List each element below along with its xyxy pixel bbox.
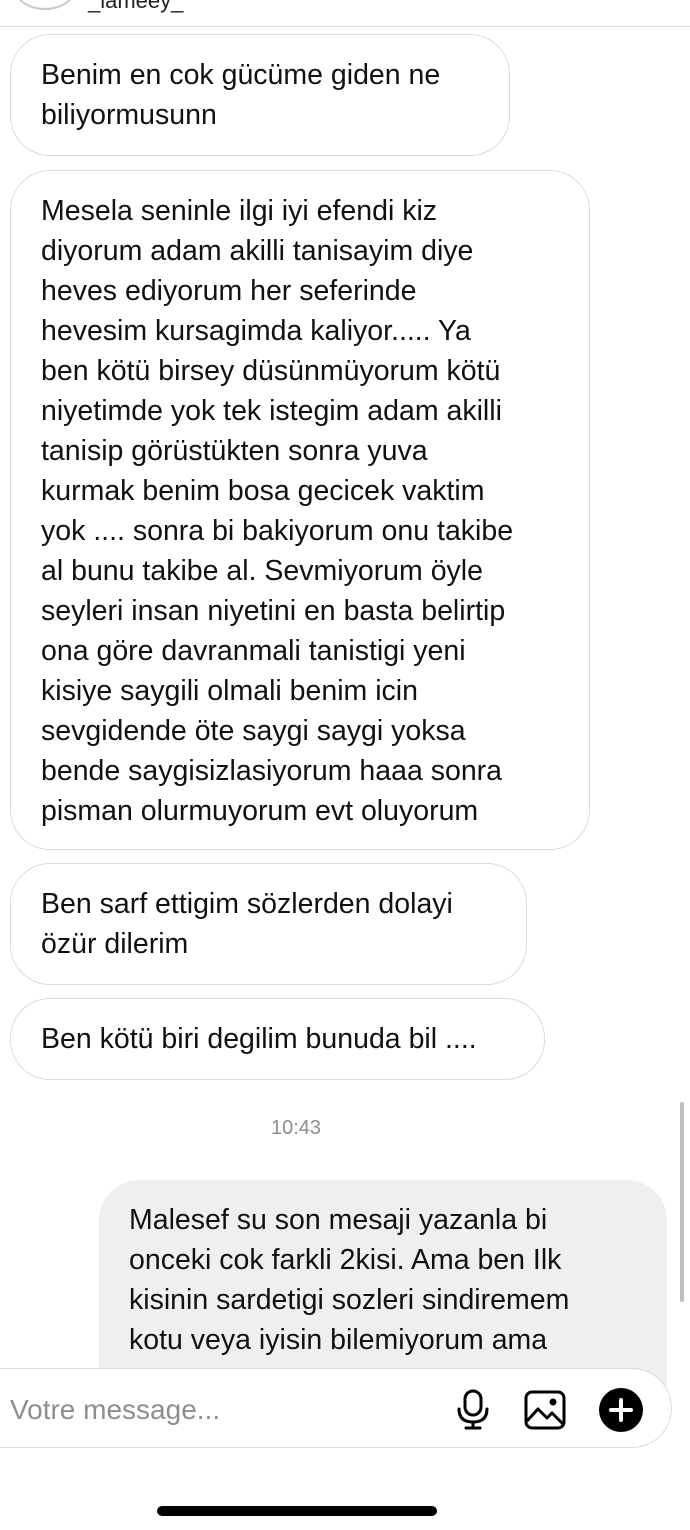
- message-line: seyleri insan niyetini en basta belirtip: [41, 595, 506, 627]
- message-line: sevgidende öte saygi saygi yoksa: [41, 715, 466, 747]
- message-line: pisman olurmuyorum evt oluyorum: [41, 795, 479, 827]
- message-line: kurmak benim bosa gecicek vaktim: [41, 475, 485, 507]
- incoming-message-2[interactable]: Mesela seninle ilgi iyi efendi kiz diyor…: [10, 170, 590, 850]
- message-line: hevesim kursagimda kaliyor..... Ya: [41, 315, 471, 347]
- message-input[interactable]: [10, 1388, 430, 1432]
- dm-conversation-screen: _lameey_ Benim en cok gücüme giden ne bi…: [0, 0, 690, 1530]
- message-line: Malesef su son mesaji yazanla bi: [129, 1204, 548, 1236]
- message-line: Ben kötü biri degilim bunuda bil ....: [41, 1023, 477, 1055]
- message-line: diyorum adam akilli tanisayim diye: [41, 235, 474, 267]
- message-line: ben kötü birsey düsünmüyorum kötü: [41, 355, 501, 387]
- username[interactable]: _lameey_: [88, 0, 183, 14]
- microphone-icon[interactable]: [450, 1387, 496, 1433]
- message-line: Ben sarf ettigim sözlerden dolayi: [41, 888, 453, 920]
- message-line: kisinin sardetigi sozleri sindiremem: [129, 1284, 570, 1316]
- message-line: özür dilerim: [41, 928, 189, 960]
- message-line: ona göre davranmali tanistigi yeni: [41, 635, 466, 667]
- message-line: onceki cok farkli 2kisi. Ama ben Ilk: [129, 1244, 562, 1276]
- scrollbar[interactable]: [680, 1102, 684, 1302]
- message-timestamp: 10:43: [270, 1117, 322, 1139]
- message-line: kisiye saygili olmali benim icin: [41, 675, 418, 707]
- chat-header: _lameey_: [0, 0, 690, 27]
- message-line: bende saygisizlasiyorum haaa sonra: [41, 755, 503, 787]
- message-line: biliyormusunn: [41, 99, 217, 131]
- avatar[interactable]: [14, 0, 76, 10]
- home-indicator[interactable]: [157, 1506, 437, 1516]
- message-line: niyetimde yok tek istegim adam akilli: [41, 395, 502, 427]
- incoming-message-1[interactable]: Benim en cok gücüme giden ne biliyormusu…: [10, 34, 510, 156]
- message-line: Benim en cok gücüme giden ne: [41, 59, 441, 91]
- incoming-message-4[interactable]: Ben kötü biri degilim bunuda bil ....: [10, 998, 545, 1080]
- message-line: al bunu takibe al. Sevmiyorum öyle: [41, 555, 483, 587]
- image-gallery-icon[interactable]: [522, 1387, 568, 1433]
- message-line: heves ediyorum her seferinde: [41, 275, 417, 307]
- message-line: yok .... sonra bi bakiyorum onu takibe: [41, 515, 514, 547]
- message-line: Mesela seninle ilgi iyi efendi kiz: [41, 195, 438, 227]
- message-line: tanisip görüstükten sonra yuva: [41, 435, 428, 467]
- plus-circle-icon[interactable]: [598, 1387, 644, 1433]
- incoming-message-3[interactable]: Ben sarf ettigim sözlerden dolayi özür d…: [10, 863, 527, 985]
- message-line: kotu veya iyisin bilemiyorum ama: [129, 1324, 548, 1356]
